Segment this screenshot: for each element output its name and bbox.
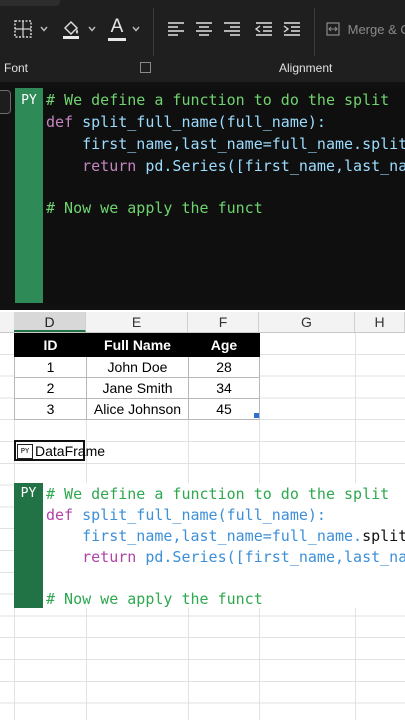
merge-button[interactable]: Merge & C xyxy=(326,22,405,37)
dataframe-label: DataFrame xyxy=(35,442,106,459)
cell-age[interactable]: 45 xyxy=(188,398,260,420)
align-right-icon xyxy=(224,22,240,36)
header-age[interactable]: Age xyxy=(188,333,260,357)
code-line: def split_full_name(full_name): xyxy=(46,506,326,524)
cell-age[interactable]: 34 xyxy=(188,377,260,399)
chevron-down-icon xyxy=(40,26,48,32)
cell-code-display[interactable]: # We define a function to do the split d… xyxy=(43,483,405,608)
cell-id[interactable]: 2 xyxy=(14,377,87,399)
code-line: return pd.Series([first_name,last_na xyxy=(46,157,405,175)
code-editor[interactable]: # We define a function to do the split d… xyxy=(43,88,405,303)
decrease-indent-button[interactable] xyxy=(252,15,276,43)
borders-icon xyxy=(14,20,32,38)
font-color-bar xyxy=(108,37,126,41)
borders-button[interactable] xyxy=(8,15,38,43)
increase-indent-icon xyxy=(283,22,300,36)
chevron-down-icon xyxy=(132,26,140,32)
dataframe-cell[interactable]: PY DataFrame xyxy=(14,440,105,461)
code-line: return pd.Series([first_name,last_nam xyxy=(46,548,405,566)
code-line: # We define a function to do the split xyxy=(46,91,390,109)
font-color-button[interactable]: A xyxy=(104,15,130,43)
code-line: # Now we apply the funct xyxy=(46,590,263,608)
cell-full-name[interactable]: John Doe xyxy=(86,356,189,378)
merge-label: Merge & C xyxy=(347,22,405,37)
table-row: 1 John Doe 28 xyxy=(14,356,260,378)
table-header-row: ID Full Name Age xyxy=(14,333,260,357)
ribbon-separator xyxy=(153,8,154,56)
cell-id[interactable]: 1 xyxy=(14,356,87,378)
ribbon: A Merge & C Font Alignment xyxy=(0,0,405,82)
py-badge: PY xyxy=(15,88,43,303)
code-line: def split_full_name(full_name): xyxy=(46,113,326,131)
fill-color-icon xyxy=(63,20,79,39)
align-left-icon xyxy=(168,22,184,36)
code-line: first_name,last_name=full_name.split( xyxy=(46,527,405,545)
cell-age[interactable]: 28 xyxy=(188,356,260,378)
column-header-d[interactable]: D xyxy=(14,312,86,332)
python-object-icon: PY xyxy=(17,443,33,459)
fill-color-button[interactable] xyxy=(56,15,86,43)
code-line: # Now we apply the funct xyxy=(46,199,263,217)
fill-color-dropdown[interactable] xyxy=(86,15,98,43)
alignment-group-label: Alignment xyxy=(279,61,333,75)
increase-indent-button[interactable] xyxy=(280,15,304,43)
column-header-e[interactable]: E xyxy=(86,312,188,332)
font-dialog-launcher-icon[interactable] xyxy=(140,62,151,73)
editor-side-tab[interactable] xyxy=(0,90,11,114)
chevron-down-icon xyxy=(88,26,96,32)
column-header-f[interactable]: F xyxy=(188,312,259,332)
table-resize-handle[interactable] xyxy=(254,413,259,418)
borders-dropdown[interactable] xyxy=(38,15,50,43)
column-header-g[interactable]: G xyxy=(259,312,355,332)
table-row: 3 Alice Johnson 45 xyxy=(14,398,260,420)
cell-full-name[interactable]: Jane Smith xyxy=(86,377,189,399)
cell-id[interactable]: 3 xyxy=(14,398,87,420)
font-color-icon: A xyxy=(110,15,124,37)
code-line: # We define a function to do the split xyxy=(46,485,390,503)
py-badge: PY xyxy=(14,483,43,608)
align-center-icon xyxy=(196,22,212,36)
header-full-name[interactable]: Full Name xyxy=(86,333,189,357)
align-right-button[interactable] xyxy=(220,15,244,43)
font-group-label: Font xyxy=(4,61,29,75)
cell-full-name[interactable]: Alice Johnson xyxy=(86,398,189,420)
table-row: 2 Jane Smith 34 xyxy=(14,377,260,399)
code-line: first_name,last_name=full_name.split xyxy=(46,135,405,153)
data-table: ID Full Name Age 1 John Doe 28 2 Jane Sm… xyxy=(14,333,260,420)
align-left-button[interactable] xyxy=(164,15,188,43)
header-id[interactable]: ID xyxy=(14,333,87,357)
merge-icon xyxy=(326,22,340,36)
column-header-row: D E F G H xyxy=(0,312,405,333)
align-center-button[interactable] xyxy=(192,15,216,43)
ribbon-top-strip xyxy=(0,0,60,6)
decrease-indent-icon xyxy=(255,22,272,36)
font-color-dropdown[interactable] xyxy=(130,15,142,43)
column-header-h[interactable]: H xyxy=(355,312,405,332)
ribbon-separator xyxy=(314,8,315,56)
